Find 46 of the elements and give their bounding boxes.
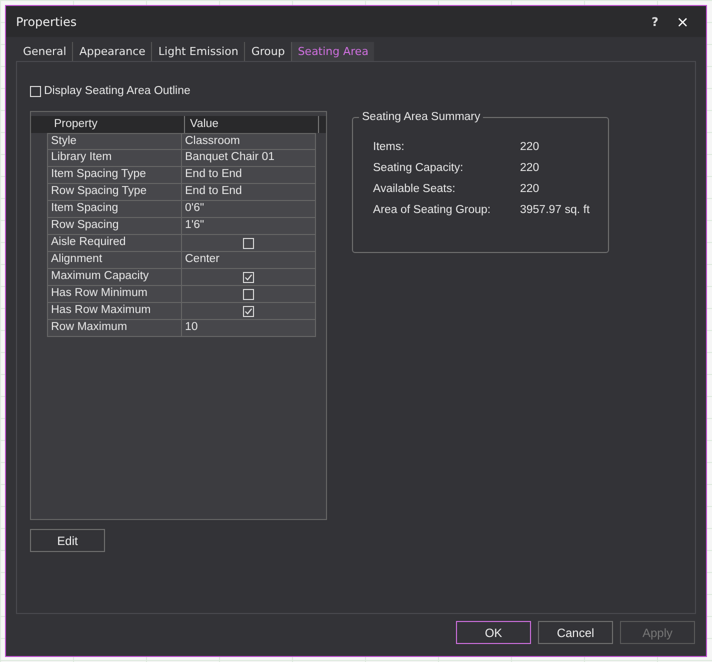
checkbox-label: Display Seating Area Outline — [44, 85, 190, 97]
tab[interactable]: Seating Area — [292, 42, 374, 61]
property-value-cell[interactable]: End to End — [181, 167, 316, 184]
property-name-cell: Library Item — [47, 150, 182, 167]
property-value-cell[interactable]: 10 — [181, 320, 316, 337]
summary-label: Available Seats: — [373, 182, 456, 194]
property-value-cell[interactable]: Banquet Chair 01 — [181, 150, 316, 167]
property-value-cell[interactable]: Classroom — [181, 133, 316, 150]
property-value-cell[interactable]: 1'6" — [181, 218, 316, 235]
group-title: Seating Area Summary — [359, 111, 484, 123]
summary-label: Items: — [373, 140, 406, 152]
close-button[interactable]: × — [669, 12, 696, 30]
summary-value: 220 — [520, 162, 540, 174]
tab[interactable]: Light Emission — [152, 42, 246, 61]
summary-value: 3957.97 sq. ft — [520, 204, 590, 216]
property-name-cell: Row Spacing Type — [47, 184, 182, 201]
property-name-cell: Row Maximum — [47, 320, 182, 337]
checkbox[interactable] — [243, 272, 254, 282]
edit-button[interactable]: Edit — [30, 529, 105, 552]
summary-value: 220 — [520, 182, 540, 194]
property-value-cell[interactable]: 0'6" — [181, 201, 316, 218]
property-name-cell: Aisle Required — [47, 235, 182, 252]
dialog-button[interactable]: OK — [456, 621, 531, 644]
property-name-cell: Item Spacing Type — [47, 167, 182, 184]
property-name-cell: Style — [47, 133, 182, 150]
column-header: Property — [53, 117, 98, 132]
dialog-button[interactable]: Cancel — [538, 621, 613, 644]
property-name-cell: Has Row Maximum — [47, 303, 182, 320]
checkbox[interactable] — [243, 288, 254, 300]
checkbox[interactable] — [243, 306, 254, 316]
property-name-cell: Row Spacing — [47, 218, 182, 235]
window-title: Properties — [16, 14, 78, 28]
property-name-cell: Has Row Minimum — [47, 286, 182, 303]
help-button[interactable]: ? — [644, 14, 666, 28]
checkbox[interactable] — [243, 238, 254, 248]
property-name-cell: Alignment — [47, 252, 182, 269]
tab[interactable]: Appearance — [73, 42, 152, 61]
summary-label: Seating Capacity: — [373, 162, 464, 174]
checkbox[interactable] — [30, 86, 41, 96]
summary-label: Area of Seating Group: — [373, 204, 492, 216]
property-value-cell[interactable]: Center — [181, 252, 316, 269]
property-value-cell[interactable]: End to End — [181, 184, 316, 201]
property-name-cell: Item Spacing — [47, 201, 182, 218]
summary-value: 220 — [520, 140, 540, 152]
tab[interactable]: General — [17, 42, 74, 61]
property-name-cell: Maximum Capacity — [47, 269, 182, 286]
